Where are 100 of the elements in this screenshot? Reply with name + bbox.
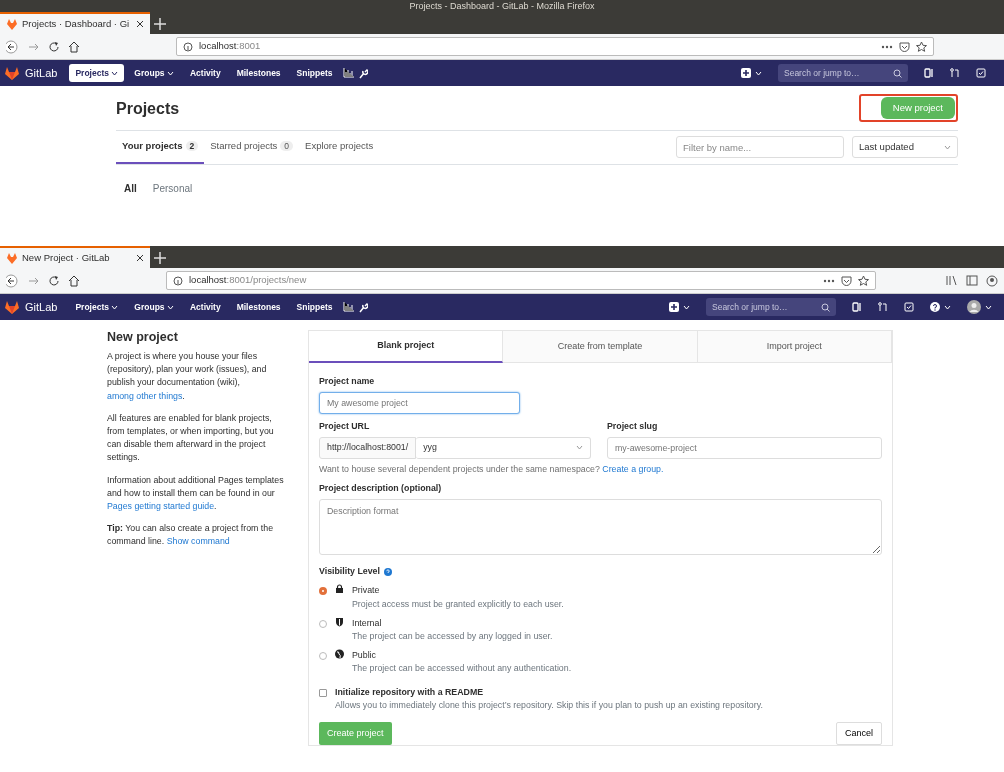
wrench-icon[interactable] (357, 67, 368, 79)
search-field[interactable]: Search or jump to… (706, 298, 836, 316)
new-menu[interactable] (741, 68, 762, 78)
help-text: Want to house several dependent projects under the same namespace? Create a group. (319, 462, 665, 476)
pocket-icon[interactable] (841, 275, 852, 286)
address-bar[interactable]: localhost:8001 (176, 37, 934, 56)
reload-icon[interactable] (48, 40, 60, 53)
issues-icon[interactable] (924, 68, 934, 78)
merge-request-icon[interactable] (878, 302, 888, 312)
option-description: The project can be accessed by any logged in user. (352, 630, 553, 643)
filter-field[interactable]: Filter by name... (676, 136, 844, 159)
nav-item[interactable]: Activity (183, 297, 227, 317)
option-label: Public (352, 649, 377, 663)
wrench-icon[interactable] (357, 301, 368, 313)
sidebar-icon[interactable] (966, 274, 978, 286)
new-menu[interactable] (669, 302, 690, 312)
url-text: localhost:8001/projects/new (189, 273, 308, 288)
namespace-dropdown[interactable]: yyg (416, 436, 591, 459)
field-label: Project URL (319, 419, 371, 433)
chart-icon[interactable] (342, 302, 354, 312)
form-tab[interactable]: Blank project (309, 331, 504, 363)
checkbox-label: Initialize repository with a README (335, 685, 485, 699)
page-title: New project (107, 330, 179, 345)
nav-item[interactable]: Projects (69, 297, 125, 317)
project-name-field[interactable]: My awesome project (319, 391, 520, 414)
help-icon[interactable] (383, 567, 392, 576)
description-text: All features are enabled for blank projects, from templates, or when importing, but you can disable them afterward in the project settings. (107, 411, 275, 465)
info-icon (173, 275, 183, 286)
project-tab[interactable]: Starred projects 0 (204, 131, 300, 164)
todo-icon[interactable] (904, 302, 914, 312)
todo-icon[interactable] (976, 68, 986, 78)
page-title: Projects (116, 98, 180, 118)
close-icon[interactable] (136, 254, 144, 262)
pocket-icon[interactable] (899, 41, 910, 52)
star-icon[interactable] (916, 41, 927, 52)
browser-tab[interactable]: New Project · GitLab (0, 246, 150, 268)
filter-tab[interactable]: Personal (152, 180, 193, 196)
home-icon[interactable] (68, 274, 80, 287)
account-icon[interactable] (986, 274, 998, 287)
description-field[interactable]: Description format (319, 499, 882, 556)
help-icon (930, 302, 940, 312)
library-icon[interactable] (946, 274, 958, 286)
option-description: The project can be accessed without any authentication. (352, 662, 572, 676)
form-tab[interactable]: Create from template (503, 331, 698, 363)
search-icon (821, 302, 830, 312)
url-prefix: http://localhost:8001/ (319, 436, 417, 459)
more-icon[interactable] (823, 278, 835, 283)
chart-icon[interactable] (342, 68, 354, 78)
project-tab[interactable]: Explore projects (299, 131, 380, 164)
caret-icon (944, 304, 951, 310)
option-label: Internal (352, 616, 383, 630)
firefox-icon (6, 17, 18, 31)
star-icon[interactable] (858, 275, 869, 286)
nav-item[interactable]: Milestones (230, 297, 287, 317)
link[interactable]: Create a group. (602, 463, 664, 474)
search-field[interactable]: Search or jump to… (778, 64, 908, 82)
back-icon[interactable] (6, 273, 20, 288)
reload-icon[interactable] (48, 274, 60, 287)
merge-request-icon[interactable] (950, 68, 960, 78)
filter-tab[interactable]: All (124, 180, 137, 196)
more-icon[interactable] (881, 44, 893, 49)
project-tab[interactable]: Your projects 2 (116, 131, 205, 164)
brand-name[interactable]: GitLab (25, 298, 58, 316)
brand-name[interactable]: GitLab (25, 64, 58, 82)
cancel-button[interactable]: Cancel (836, 721, 882, 746)
back-icon[interactable] (6, 39, 20, 54)
radio-button[interactable] (319, 587, 327, 596)
caret-icon (985, 304, 992, 310)
firefox-icon (6, 251, 18, 265)
window-title: Projects - Dashboard - GitLab - Mozilla Firefox (0, 0, 1004, 12)
nav-item[interactable]: Snippets (290, 297, 339, 317)
nav-item[interactable]: Projects (69, 63, 125, 83)
nav-item[interactable]: Milestones (230, 63, 287, 83)
sort-dropdown[interactable]: Last updated (852, 136, 958, 159)
nav-item[interactable]: Groups (128, 297, 180, 317)
nav-item[interactable]: Activity (183, 63, 227, 83)
caret-icon (111, 70, 119, 76)
close-icon[interactable] (136, 20, 144, 28)
option-description: Project access must be granted explicitly to each user. (352, 597, 564, 611)
project-slug-field[interactable]: my-awesome-project (607, 436, 882, 459)
checkbox[interactable] (319, 688, 327, 697)
user-menu[interactable] (967, 300, 992, 314)
description-text: Tip: You can also create a project from the command line. Show command (107, 522, 275, 549)
browser-tab[interactable]: Projects · Dashboard · Gi (0, 12, 150, 34)
form-tab[interactable]: Import project (697, 331, 892, 363)
nav-item[interactable]: Groups (128, 63, 180, 83)
shield-icon (335, 616, 344, 627)
link[interactable]: Show command (166, 536, 230, 547)
caret-icon (111, 304, 119, 310)
home-icon[interactable] (68, 40, 80, 53)
lock-icon (335, 584, 344, 595)
field-label: Project description (optional) (319, 482, 443, 496)
caret-icon (944, 144, 951, 150)
nav-item[interactable]: Snippets (290, 63, 339, 83)
info-icon (183, 41, 193, 52)
address-bar[interactable]: localhost:8001/projects/new (166, 271, 876, 290)
option-description: Allows you to immediately clone this project’s repository. Skip this if you plan to push up an existing repository. (335, 698, 763, 712)
issues-icon[interactable] (852, 302, 862, 312)
help-menu[interactable] (930, 302, 951, 312)
caret-icon (166, 70, 174, 76)
